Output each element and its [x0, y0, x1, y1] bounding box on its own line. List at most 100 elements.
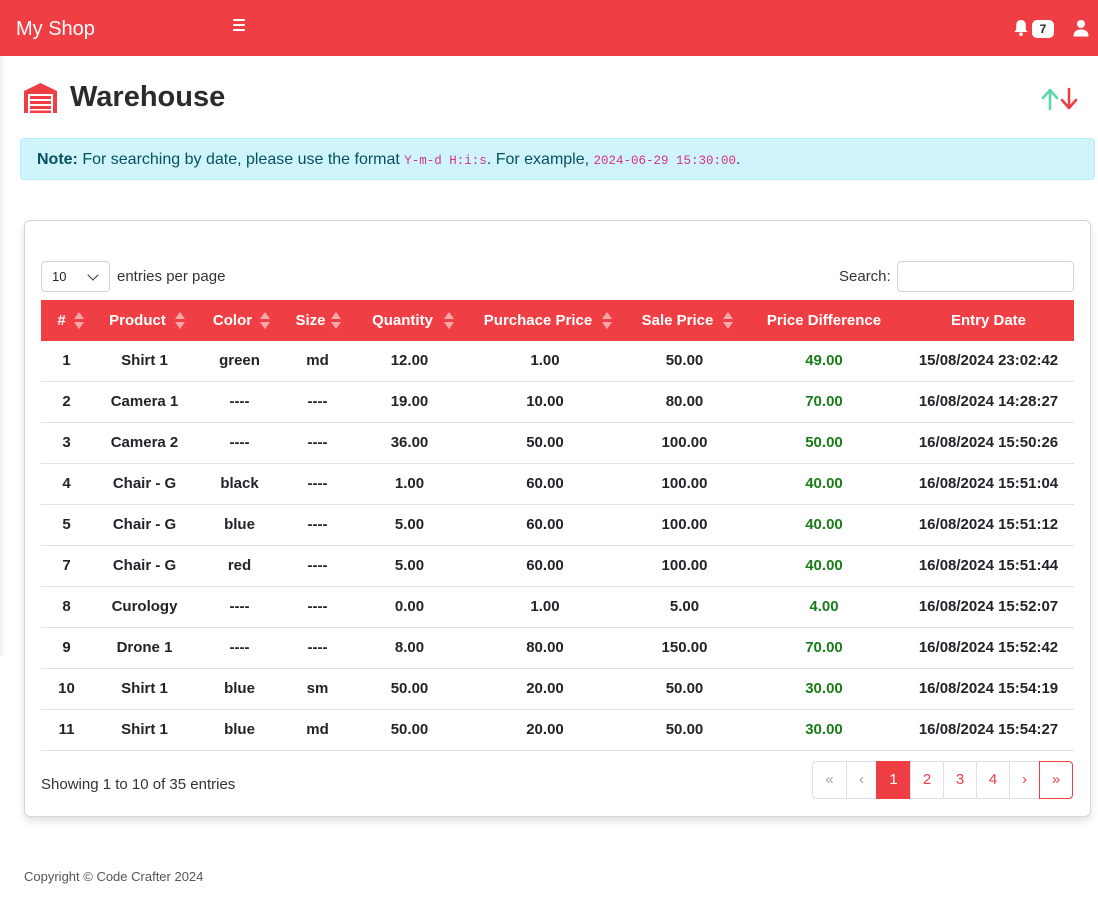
page-length-select[interactable]: 10 — [41, 261, 110, 292]
pagination-page-3[interactable]: 3 — [943, 761, 977, 799]
pagination-last-button[interactable]: » — [1039, 761, 1073, 799]
page-length-label: entries per page — [117, 268, 226, 285]
cell-purchase-price: 60.00 — [526, 475, 564, 492]
table-row: 1 Shirt 1 green md 12.00 1.00 50.00 49.00 15/08/… — [41, 341, 1074, 382]
pagination-first-button[interactable]: « — [812, 761, 847, 799]
header-label: Sale Price — [641, 312, 714, 329]
cell-price-difference: 70.00 — [805, 393, 843, 410]
cell-sale-price: 50.00 — [665, 721, 704, 738]
pagination-page-2[interactable]: 2 — [910, 761, 944, 799]
header-col-size[interactable]: Size — [282, 300, 353, 341]
top-navbar: My Shop 7 — [0, 0, 1098, 56]
pagination-prev-button[interactable]: ‹ — [846, 761, 877, 799]
header-col-sale-price[interactable]: Sale Price — [624, 300, 745, 341]
cell-quantity: 19.00 — [390, 393, 429, 410]
sort-icon[interactable] — [723, 312, 733, 329]
sort-arrows-icon[interactable] — [1040, 87, 1080, 111]
cell-product: Chair - G — [112, 516, 177, 533]
user-icon[interactable] — [1073, 19, 1089, 37]
cell-quantity: 8.00 — [394, 639, 425, 656]
cell-size: sm — [306, 680, 329, 697]
pagination-page-1[interactable]: 1 — [876, 761, 911, 799]
header-col-product[interactable]: Product — [92, 300, 197, 341]
header-col-color[interactable]: Color — [197, 300, 282, 341]
cell-product: Shirt 1 — [121, 721, 168, 738]
cell-color: ---- — [229, 393, 250, 410]
pagination-next-button[interactable]: › — [1009, 761, 1040, 799]
cell-price-difference: 40.00 — [805, 516, 843, 533]
cell-color: blue — [224, 516, 255, 533]
cell-num: 7 — [62, 557, 71, 574]
sort-icon[interactable] — [74, 312, 84, 329]
cell-size: ---- — [307, 598, 328, 615]
warehouse-icon — [24, 83, 57, 113]
cell-price-difference: 30.00 — [805, 721, 843, 738]
cell-quantity: 5.00 — [394, 516, 425, 533]
cell-sale-price: 50.00 — [665, 352, 704, 369]
cell-price-difference: 50.00 — [805, 434, 843, 451]
cell-entry-date: 16/08/2024 15:52:42 — [918, 639, 1059, 656]
cell-sale-price: 100.00 — [661, 557, 708, 574]
cell-purchase-price: 1.00 — [530, 352, 560, 369]
chevron-down-icon — [87, 269, 99, 281]
cell-num: 3 — [62, 434, 71, 451]
cell-product: Chair - G — [112, 557, 177, 574]
search-input[interactable] — [897, 261, 1074, 292]
cell-entry-date: 16/08/2024 15:54:27 — [918, 721, 1059, 738]
table-row: 7 Chair - G red ---- 5.00 60.00 100.00 40.00 16/… — [41, 546, 1074, 587]
cell-product: Camera 2 — [110, 434, 179, 451]
sort-icon[interactable] — [175, 312, 185, 329]
sort-icon[interactable] — [331, 312, 341, 329]
cell-sale-price: 5.00 — [669, 598, 700, 615]
header-col-purchase-price[interactable]: Purchace Price — [466, 300, 624, 341]
sort-icon[interactable] — [602, 312, 612, 329]
cell-price-difference: 70.00 — [805, 639, 843, 656]
cell-entry-date: 16/08/2024 15:54:19 — [918, 680, 1059, 697]
pagination-page-4[interactable]: 4 — [976, 761, 1010, 799]
page-length-value: 10 — [52, 269, 67, 284]
cell-sale-price: 100.00 — [661, 434, 708, 451]
menu-toggle-icon[interactable] — [233, 19, 247, 33]
cell-entry-date: 16/08/2024 15:51:44 — [918, 557, 1059, 574]
cell-size: md — [306, 352, 329, 369]
bell-icon[interactable] — [1013, 19, 1029, 37]
cell-entry-date: 15/08/2024 23:02:42 — [918, 352, 1059, 369]
header-label: Purchace Price — [483, 312, 593, 329]
cell-num: 8 — [62, 598, 71, 615]
cell-quantity: 36.00 — [390, 434, 429, 451]
warehouse-table: # Product Color Size Quantity Purchace Price S… — [41, 300, 1074, 751]
header-label: Quantity — [372, 312, 433, 329]
note-example-code: 2024-06-29 15:30:00 — [593, 154, 737, 168]
cell-size: ---- — [307, 516, 328, 533]
brand-logo-text[interactable]: My Shop — [16, 17, 95, 41]
cell-num: 10 — [58, 680, 75, 697]
cell-purchase-price: 60.00 — [526, 516, 564, 533]
cell-size: ---- — [307, 393, 328, 410]
cell-sale-price: 100.00 — [661, 516, 708, 533]
cell-sale-price: 100.00 — [661, 475, 708, 492]
header-label: Color — [212, 312, 253, 329]
cell-color: black — [220, 475, 259, 492]
cell-num: 4 — [62, 475, 71, 492]
cell-num: 9 — [62, 639, 71, 656]
header-col-num[interactable]: # — [41, 300, 92, 341]
cell-size: md — [306, 721, 329, 738]
cell-entry-date: 16/08/2024 14:28:27 — [918, 393, 1059, 410]
table-row: 3 Camera 2 ---- ---- 36.00 50.00 100.00 50.00 16… — [41, 423, 1074, 464]
table-row: 5 Chair - G blue ---- 5.00 60.00 100.00 40.00 16… — [41, 505, 1074, 546]
header-col-quantity[interactable]: Quantity — [353, 300, 466, 341]
sidebar-edge — [0, 56, 6, 656]
cell-size: ---- — [307, 639, 328, 656]
cell-purchase-price: 60.00 — [526, 557, 564, 574]
cell-price-difference: 30.00 — [805, 680, 843, 697]
note-text-3: . — [736, 151, 741, 168]
cell-color: green — [219, 352, 260, 369]
cell-sale-price: 50.00 — [665, 680, 704, 697]
sort-icon[interactable] — [260, 312, 270, 329]
sort-icon[interactable] — [444, 312, 454, 329]
cell-price-difference: 4.00 — [809, 598, 839, 615]
cell-color: blue — [224, 680, 255, 697]
cell-purchase-price: 20.00 — [526, 721, 564, 738]
table-row: 2 Camera 1 ---- ---- 19.00 10.00 80.00 70.00 16/… — [41, 382, 1074, 423]
note-label: Note: — [37, 151, 78, 168]
